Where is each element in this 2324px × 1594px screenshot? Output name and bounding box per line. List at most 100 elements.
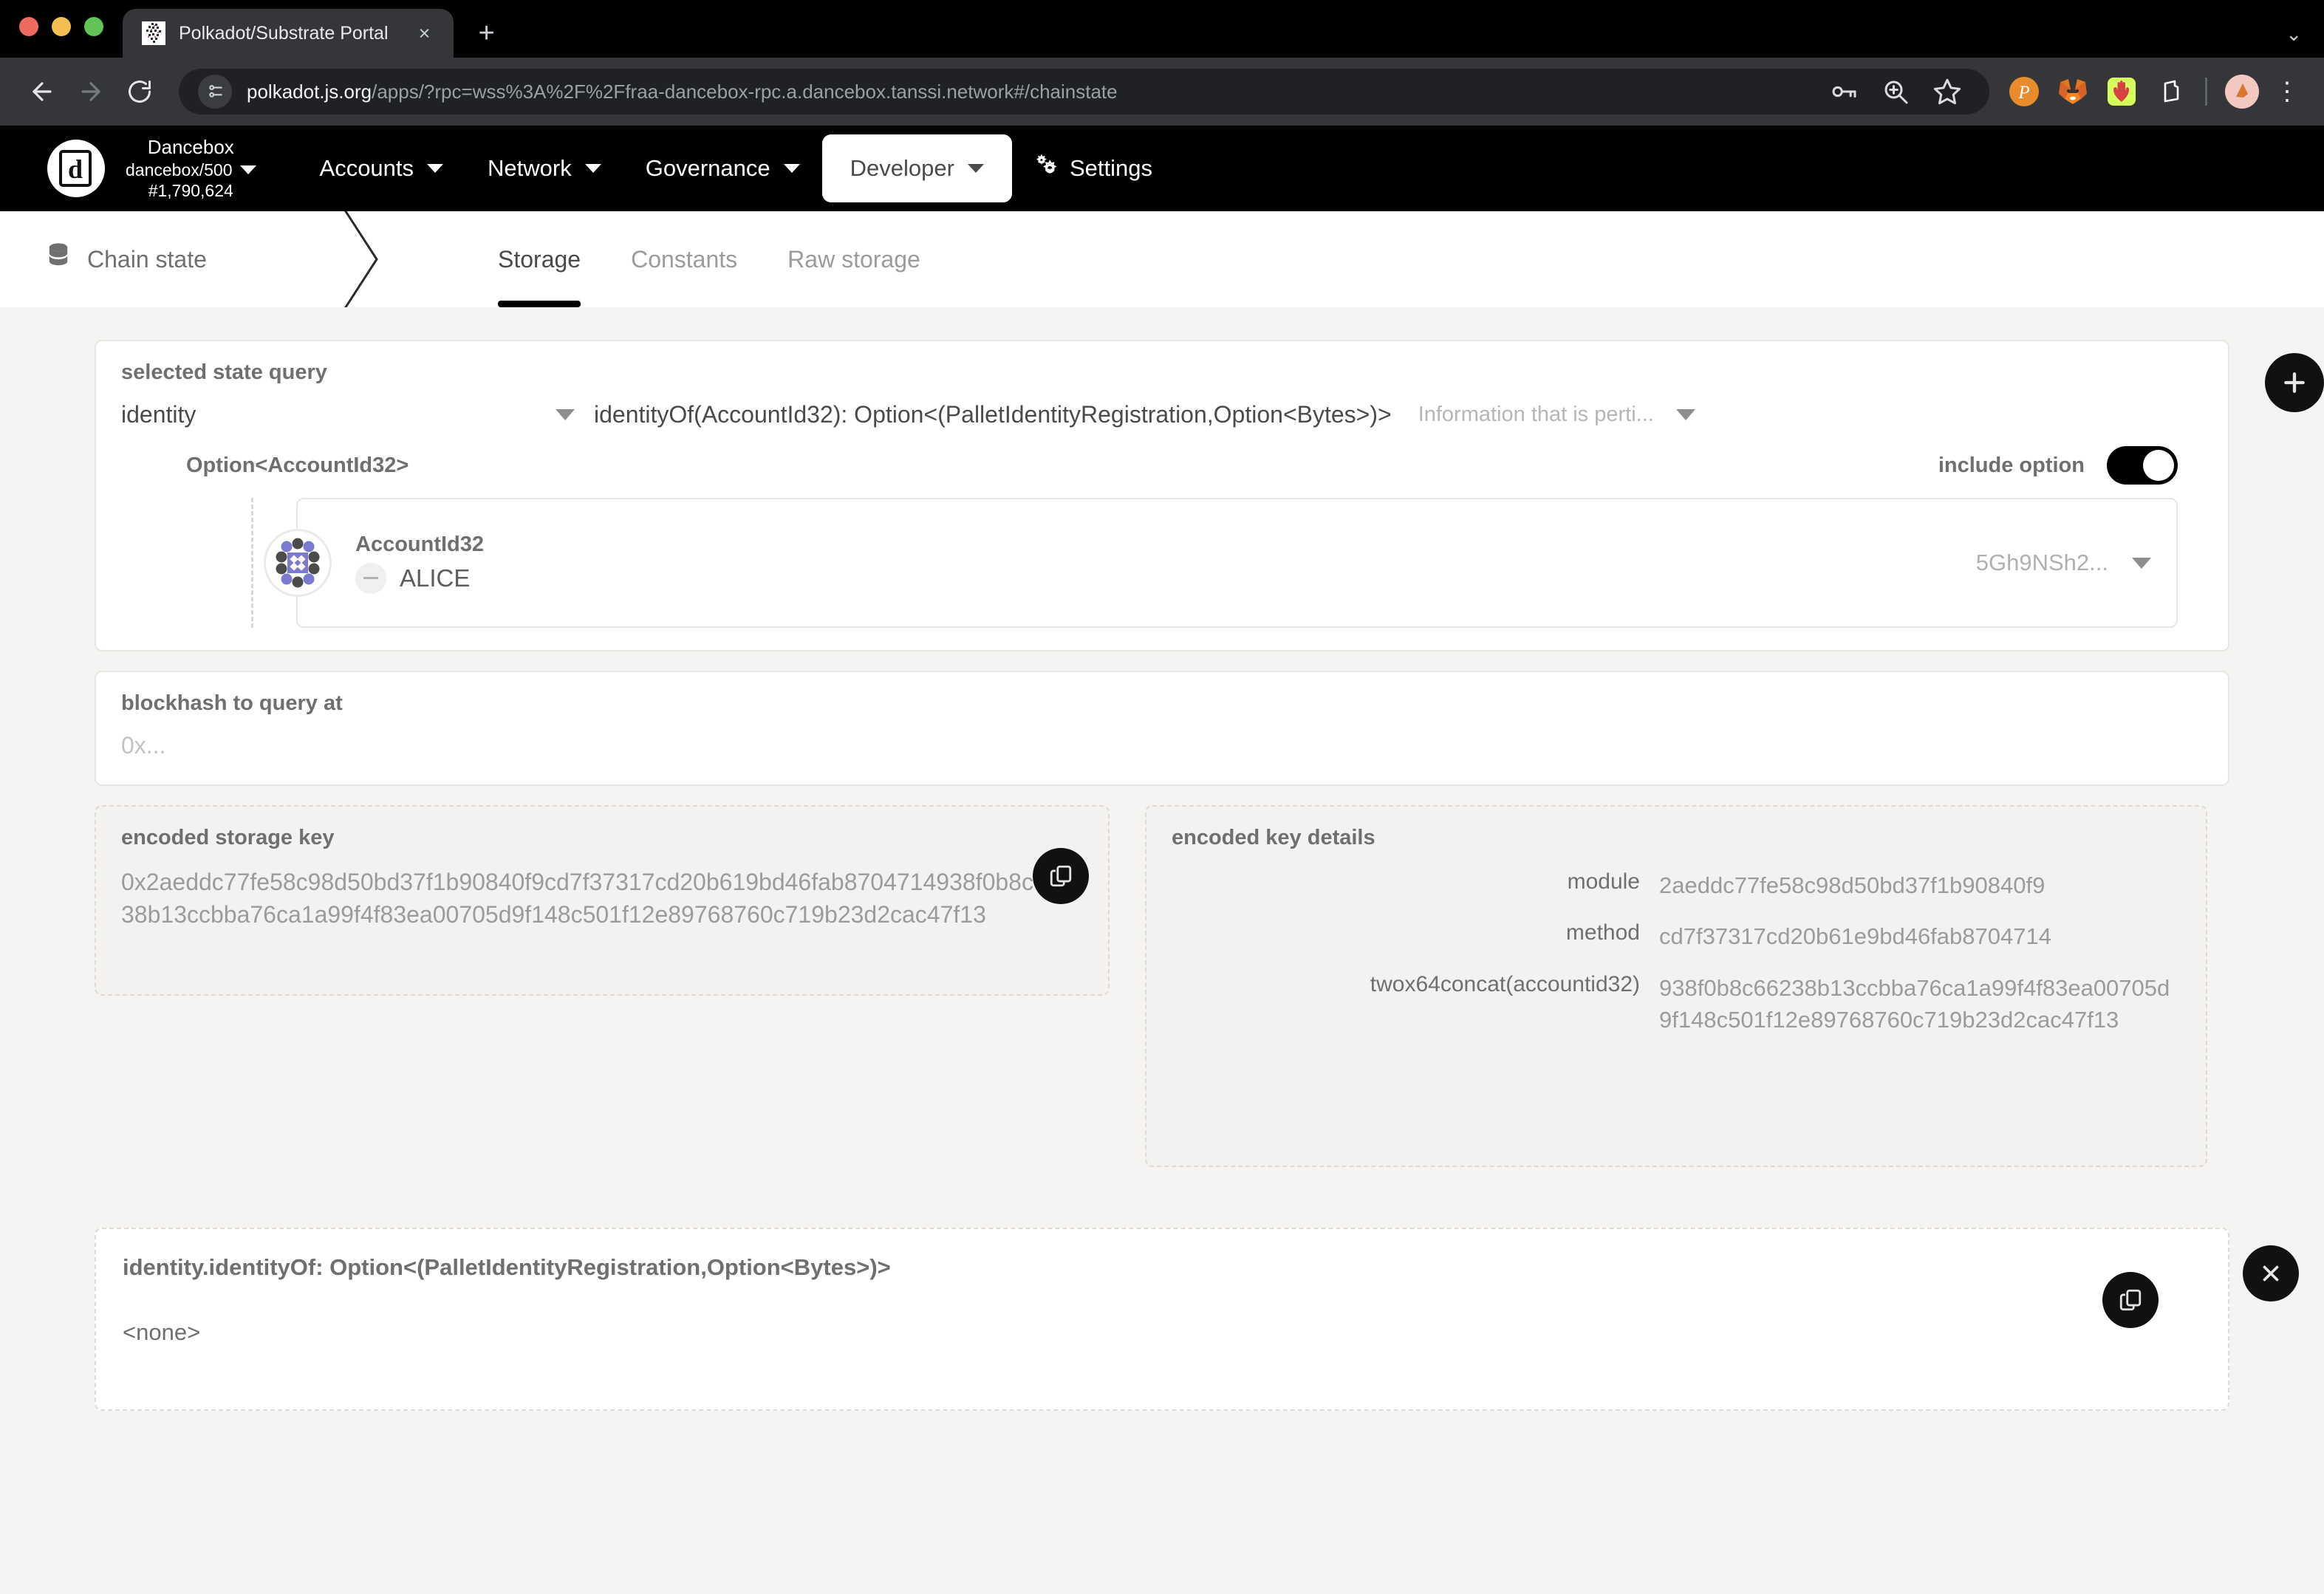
option-header: Option<AccountId32> include option — [186, 446, 2178, 485]
encoded-key-details-panel: encoded key details module 2aeddc77fe58c… — [1145, 805, 2207, 1167]
browser-tab[interactable]: Polkadot/Substrate Portal × — [123, 9, 454, 58]
gear-icon — [1034, 153, 1059, 184]
tab-title: Polkadot/Substrate Portal — [179, 22, 389, 44]
chain-info[interactable]: Dancebox dancebox/500 #1,790,624 — [126, 135, 256, 201]
subwallet-extension-icon[interactable] — [2147, 69, 2193, 114]
breadcrumb[interactable]: Chain state — [0, 211, 347, 307]
polkadot-app: d Dancebox dancebox/500 #1,790,624 Accou… — [0, 126, 2324, 1594]
chain-spec-row: dancebox/500 — [126, 160, 256, 181]
nav-item-developer[interactable]: Developer — [821, 134, 1012, 202]
main-nav: Accounts Network Governance Developer Se… — [298, 134, 1175, 203]
key-detail-key: module — [1567, 869, 1640, 894]
tab-constants-label: Constants — [631, 245, 738, 273]
svg-text:P: P — [2017, 83, 2029, 103]
nav-item-governance[interactable]: Governance — [623, 136, 822, 201]
avatar[interactable] — [2219, 69, 2265, 114]
method-doc-select[interactable]: Information that is perti... — [1418, 403, 1695, 427]
key-detail-row: twox64concat(accountid32) 938f0b8c66238b… — [1172, 972, 2181, 1036]
bookmark-star-icon[interactable] — [1924, 69, 1970, 114]
metamask-fox-icon[interactable] — [2050, 69, 2096, 114]
copy-icon[interactable] — [2102, 1272, 2159, 1328]
include-option-toggle[interactable] — [2107, 446, 2178, 485]
forward-arrow-icon[interactable] — [66, 67, 115, 116]
site-settings-icon[interactable] — [198, 75, 232, 109]
maximize-window-button[interactable] — [84, 17, 103, 36]
state-query-card: selected state query identity identityOf… — [95, 340, 2229, 651]
nav-label-governance: Governance — [645, 155, 770, 181]
tab-storage[interactable]: Storage — [473, 211, 606, 307]
account-address-select[interactable]: 5Gh9NSh2... — [1976, 550, 2151, 576]
svg-text:d: d — [68, 154, 83, 184]
new-tab-button[interactable]: + — [479, 19, 495, 47]
chain-name: Dancebox — [147, 136, 234, 159]
browser-menu-icon[interactable]: ⋮ — [2268, 78, 2306, 104]
url-text: polkadot.js.org/apps/?rpc=wss%3A%2F%2Ffr… — [247, 81, 1118, 103]
pallet-select[interactable]: identity — [121, 401, 594, 428]
option-accountid-block: Option<AccountId32> include option Accou… — [121, 433, 2203, 628]
zoom-in-icon[interactable] — [1873, 69, 1918, 114]
password-key-icon[interactable] — [1821, 69, 1867, 114]
window-traffic-lights — [19, 0, 103, 58]
nav-label-settings: Settings — [1069, 155, 1152, 181]
tab-raw-storage[interactable]: Raw storage — [762, 211, 946, 307]
address-bar[interactable]: polkadot.js.org/apps/?rpc=wss%3A%2F%2Ffr… — [179, 69, 1989, 114]
tab-raw-storage-label: Raw storage — [787, 245, 920, 273]
key-detail-value: 2aeddc77fe58c98d50bd37f1b90840f9 — [1659, 872, 2046, 898]
minimize-window-button[interactable] — [52, 17, 71, 36]
pallet-select-value: identity — [121, 401, 196, 428]
method-select-value[interactable]: identityOf(AccountId32): Option<(PalletI… — [594, 401, 1392, 428]
nav-item-network[interactable]: Network — [465, 136, 623, 201]
talisman-hand-icon[interactable] — [2099, 69, 2144, 114]
polkadot-extension-icon[interactable]: P — [2001, 69, 2047, 114]
account-param-wrapper: AccountId32 ALICE 5Gh9NSh2... — [251, 498, 2178, 628]
back-arrow-icon[interactable] — [18, 67, 66, 116]
method-doc-text: Information that is perti... — [1418, 403, 1654, 426]
copy-icon[interactable] — [1033, 848, 1089, 904]
chevron-down-icon — [556, 409, 575, 420]
app-navigation-bar: d Dancebox dancebox/500 #1,790,624 Accou… — [0, 126, 2324, 211]
chevron-down-icon — [967, 164, 984, 173]
encoded-storage-key-panel: encoded storage key 0x2aeddc77fe58c98d50… — [95, 805, 1110, 996]
tab-constants[interactable]: Constants — [606, 211, 762, 307]
block-number: #1,790,624 — [148, 181, 233, 201]
dancebox-logo-icon[interactable]: d — [47, 140, 105, 197]
chevron-down-icon — [783, 164, 800, 173]
add-query-button[interactable] — [2265, 353, 2324, 412]
key-detail-value: 938f0b8c66238b13ccbba76ca1a99f4f83ea0070… — [1659, 974, 2170, 1033]
nav-item-settings[interactable]: Settings — [1012, 134, 1175, 203]
account-input-card[interactable]: AccountId32 ALICE 5Gh9NSh2... — [264, 498, 2178, 628]
chevron-down-icon — [427, 164, 444, 173]
minus-circle-icon[interactable] — [355, 562, 386, 594]
breadcrumb-bar: Chain state Storage Constants Raw storag… — [0, 211, 2324, 307]
chain-spec: dancebox/500 — [126, 160, 233, 179]
key-detail-row: method cd7f37317cd20b61e9bd46fab8704714 — [1172, 920, 2181, 952]
blockhash-input[interactable]: 0x... — [121, 732, 2203, 759]
blockhash-card: blockhash to query at 0x... — [95, 671, 2229, 786]
polkadot-identicon[interactable] — [264, 529, 332, 597]
account-type-label: AccountId32 — [355, 532, 485, 556]
nav-label-network: Network — [488, 155, 572, 181]
encoded-key-details-title: encoded key details — [1172, 826, 1375, 849]
state-query-row: identity identityOf(AccountId32): Option… — [121, 401, 2203, 428]
option-type-label: Option<AccountId32> — [186, 453, 409, 477]
reload-icon[interactable] — [115, 67, 164, 116]
key-panels-row: encoded storage key 0x2aeddc77fe58c98d50… — [95, 805, 2229, 1167]
omnibox-actions — [1806, 69, 1970, 114]
state-query-label: selected state query — [121, 360, 327, 384]
key-detail-value: cd7f37317cd20b61e9bd46fab8704714 — [1659, 923, 2051, 950]
chevron-down-icon — [1675, 409, 1695, 420]
account-address-short: 5Gh9NSh2... — [1975, 550, 2108, 575]
encoded-storage-key-value: 0x2aeddc77fe58c98d50bd37f1b90840f9cd7f37… — [121, 869, 1073, 928]
nav-item-accounts[interactable]: Accounts — [298, 136, 466, 201]
tab-close-icon[interactable]: × — [412, 23, 437, 44]
chevron-down-icon — [584, 164, 601, 173]
key-detail-key: method — [1565, 920, 1640, 945]
close-window-button[interactable] — [19, 17, 38, 36]
tab-list-chevron-down-icon[interactable]: ⌄ — [2286, 23, 2302, 46]
toolbar-divider — [2205, 78, 2207, 106]
breadcrumb-section-label: Chain state — [87, 245, 207, 273]
key-detail-row: module 2aeddc77fe58c98d50bd37f1b90840f9 — [1172, 869, 2181, 901]
close-icon[interactable] — [2243, 1245, 2299, 1301]
include-option-label: include option — [1938, 453, 2085, 477]
blockhash-label: blockhash to query at — [121, 691, 343, 715]
